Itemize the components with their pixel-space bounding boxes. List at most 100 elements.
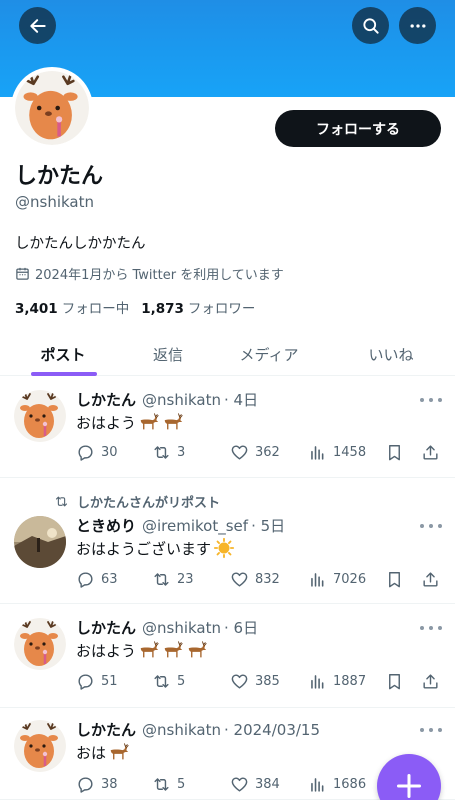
bookmark-button[interactable] <box>385 442 404 462</box>
post-author-name[interactable]: しかたん <box>76 721 136 739</box>
post-text: おはよう <box>76 639 208 661</box>
reply-button[interactable]: 38 <box>76 774 118 794</box>
more-button[interactable] <box>399 7 436 44</box>
like-button[interactable]: 384 <box>230 774 280 794</box>
deer-emoji-icon <box>138 639 160 661</box>
repost-count: 5 <box>177 776 186 792</box>
reply-button[interactable]: 63 <box>76 569 118 589</box>
post-text: おはようございます <box>76 537 235 559</box>
deer-emoji-icon <box>162 639 184 661</box>
post-item[interactable]: しかたんさんがリポストときめり @iremikot_sef · 5日おはようございま… <box>0 478 455 604</box>
reply-button[interactable]: 51 <box>76 671 118 691</box>
tab-replies[interactable]: 返信 <box>116 332 220 376</box>
bookmark-button[interactable] <box>385 671 404 691</box>
deer-emoji-icon <box>162 411 184 433</box>
post-actions: 51 5 385 1887 <box>76 671 446 691</box>
bar-chart-icon <box>311 445 324 460</box>
bookmark-button[interactable] <box>385 569 404 589</box>
post-author-name[interactable]: ときめり <box>76 517 136 535</box>
like-count: 385 <box>255 673 280 689</box>
bookmark-icon <box>389 444 400 460</box>
bar-chart-icon <box>311 674 324 689</box>
like-button[interactable]: 832 <box>230 569 280 589</box>
following-count: 3,401 <box>15 301 58 317</box>
repost-button[interactable]: 5 <box>152 671 185 691</box>
post-item[interactable]: しかたん @nshikatn · 4日 おはよう 30 3 362 1458 <box>0 376 455 478</box>
views-button[interactable]: 1686 <box>308 774 366 794</box>
bar-chart-icon <box>311 777 324 792</box>
post-author-name[interactable]: しかたん <box>76 391 136 409</box>
like-button[interactable]: 385 <box>230 671 280 691</box>
deer-emoji-icon <box>138 411 160 433</box>
followers-label: フォロワー <box>187 301 256 317</box>
view-count: 7026 <box>333 571 367 587</box>
post-item[interactable]: しかたん @nshikatn · 6日 おはよう 51 5 385 1887 <box>0 604 455 708</box>
post-actions: 63 23 832 7026 <box>76 569 446 589</box>
post-avatar[interactable] <box>14 618 66 670</box>
deer-emoji-icon <box>108 741 130 763</box>
repost-button[interactable]: 3 <box>152 442 185 462</box>
search-button[interactable] <box>352 7 389 44</box>
reply-count: 30 <box>101 444 118 460</box>
post-author-handle: @nshikatn <box>142 391 222 409</box>
post-avatar[interactable] <box>14 720 66 772</box>
back-button[interactable] <box>19 7 56 44</box>
repost-icon <box>154 674 169 688</box>
share-icon <box>423 571 438 587</box>
view-count: 1458 <box>333 444 367 460</box>
like-count: 832 <box>255 571 280 587</box>
post-actions: 30 3 362 1458 <box>76 442 446 462</box>
tab-media[interactable]: メディア <box>220 332 318 376</box>
share-button[interactable] <box>421 671 440 691</box>
post-text-content: おはよう <box>76 641 137 660</box>
sun-emoji-icon <box>213 537 235 559</box>
follow-button[interactable]: フォローする <box>275 110 441 147</box>
reply-count: 38 <box>101 776 118 792</box>
following-link[interactable]: 3,401 フォロー中 <box>15 297 129 317</box>
search-icon <box>362 17 379 34</box>
reply-button[interactable]: 30 <box>76 442 118 462</box>
post-author-name[interactable]: しかたん <box>76 619 136 637</box>
repost-button[interactable]: 5 <box>152 774 185 794</box>
post-time: · 5日 <box>251 517 286 535</box>
repost-label: しかたんさんがリポスト <box>54 492 220 511</box>
like-count: 384 <box>255 776 280 792</box>
tab-likes[interactable]: いいね <box>340 332 442 376</box>
share-button[interactable] <box>421 442 440 462</box>
views-button[interactable]: 7026 <box>308 569 366 589</box>
post-more-button[interactable] <box>420 725 442 735</box>
like-count: 362 <box>255 444 280 460</box>
share-icon <box>423 673 438 689</box>
post-text-content: おはようございます <box>76 539 212 558</box>
post-more-button[interactable] <box>420 521 442 531</box>
calendar-icon <box>16 267 29 280</box>
post-more-button[interactable] <box>420 623 442 633</box>
followers-link[interactable]: 1,873 フォロワー <box>141 297 255 317</box>
more-horizontal-icon <box>410 23 425 28</box>
profile-avatar[interactable] <box>11 67 93 149</box>
profile-bio: しかたんしかかたん <box>15 236 146 252</box>
views-button[interactable]: 1458 <box>308 442 366 462</box>
like-button[interactable]: 362 <box>230 442 280 462</box>
heart-icon <box>231 444 248 460</box>
reply-icon <box>78 673 93 690</box>
tab-posts[interactable]: ポスト <box>0 332 126 376</box>
share-icon <box>423 444 438 460</box>
following-label: フォロー中 <box>61 301 130 317</box>
reply-count: 63 <box>101 571 118 587</box>
reply-icon <box>78 571 93 588</box>
reply-icon <box>78 444 93 461</box>
repost-count: 23 <box>177 571 194 587</box>
share-button[interactable] <box>421 569 440 589</box>
repost-button[interactable]: 23 <box>152 569 194 589</box>
post-time: · 2024/03/15 <box>224 721 321 739</box>
post-avatar[interactable] <box>14 516 66 568</box>
post-more-button[interactable] <box>420 395 442 405</box>
post-author-handle: @iremikot_sef <box>142 517 249 535</box>
bar-chart-icon <box>311 572 324 587</box>
post-avatar[interactable] <box>14 390 66 442</box>
post-author-handle: @nshikatn <box>142 619 222 637</box>
views-button[interactable]: 1887 <box>308 671 366 691</box>
post-header: しかたん @nshikatn · 2024/03/15 <box>76 719 320 740</box>
heart-icon <box>231 571 248 587</box>
